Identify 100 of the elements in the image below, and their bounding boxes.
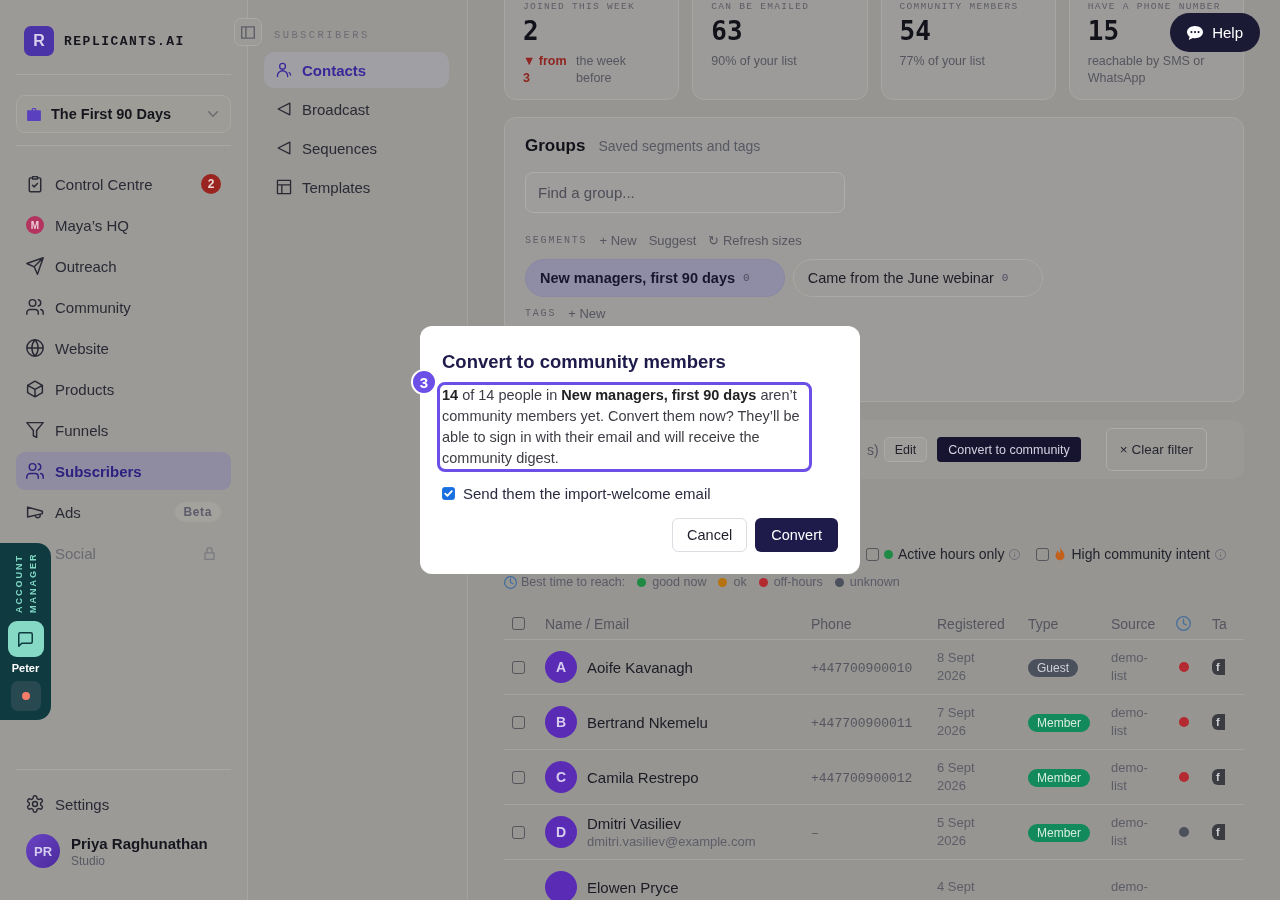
checkbox[interactable]	[512, 825, 525, 839]
checkbox-label: Send them the import-welcome email	[463, 484, 711, 502]
checkbox[interactable]	[1036, 547, 1050, 561]
tag-chip: f	[1212, 659, 1225, 675]
legend-label: ok	[733, 575, 747, 589]
table-cell: +447700900011	[811, 716, 913, 731]
table-cell-text: demo-list	[1111, 814, 1149, 850]
beta-tag: Beta	[174, 502, 221, 522]
contact-email: dmitri.vasiliev@example.com	[587, 834, 756, 849]
table-cell-text: demo-	[1111, 878, 1149, 896]
globe-icon	[26, 339, 44, 357]
avatar: D	[545, 816, 577, 848]
chat-button[interactable]	[7, 621, 44, 657]
avatar: M	[26, 216, 44, 234]
settings-link[interactable]: Settings	[16, 785, 231, 823]
subnav-item[interactable]: Templates	[264, 169, 449, 205]
stat-label: JOINED THIS WEEK	[523, 1, 635, 12]
nav-item[interactable]: Subscribers	[16, 452, 231, 490]
legend-label: Best time to reach:	[521, 575, 626, 589]
table-cell-text: 4 Sept	[937, 878, 976, 896]
checkbox[interactable]	[865, 547, 879, 561]
help-button[interactable]: Help	[1170, 13, 1260, 52]
info-icon[interactable]	[1009, 548, 1021, 560]
dialog-button[interactable]: Convert	[755, 518, 838, 552]
stat-value: 15	[1087, 17, 1120, 45]
toolbar-button[interactable]: Convert to community	[937, 437, 1081, 462]
filter-label: High community intent	[1071, 546, 1210, 562]
table-cell: –	[811, 826, 819, 841]
nav-item[interactable]: Control Centre 2	[16, 165, 231, 203]
nav-item[interactable]: Outreach	[16, 247, 231, 285]
contact-name: Dmitri Vasiliev	[587, 815, 682, 832]
nav-item[interactable]: Products	[16, 370, 231, 408]
people-icon	[26, 298, 44, 316]
briefcase-icon	[27, 107, 41, 121]
sidebar-toggle-button[interactable]	[234, 18, 262, 46]
nav-item[interactable]: Funnels	[16, 411, 231, 449]
contact-name: Elowen Pryce	[587, 878, 679, 896]
user-name: Priya Raghunathan	[71, 834, 208, 852]
stat-note: the week before	[576, 53, 628, 87]
nav-item[interactable]: M Maya’s HQ	[16, 206, 231, 244]
action-link[interactable]: ↻ Refresh sizes	[708, 232, 802, 248]
stat-value: 63	[711, 17, 743, 45]
avatar: B	[545, 706, 577, 738]
stat-label: CAN BE EMAILED	[711, 1, 810, 12]
subnav-item[interactable]: Contacts	[264, 52, 449, 88]
stat-value: 54	[899, 17, 931, 45]
table-cell-text: 7 Sept 2026	[937, 704, 976, 740]
avatar: C	[545, 761, 577, 793]
stat-note: 90% of your list	[711, 53, 797, 70]
funnel-icon	[26, 421, 44, 439]
logo-mark: R	[24, 26, 54, 56]
flame-icon	[1054, 545, 1067, 563]
nav-item[interactable]: Website	[16, 329, 231, 367]
info-icon[interactable]	[1215, 548, 1226, 560]
action-link[interactable]: Suggest	[648, 232, 697, 248]
manager-name: Peter	[11, 662, 40, 675]
tag-chip: f	[1212, 769, 1225, 785]
panel-label: ACCOUNT MANAGER	[12, 553, 39, 613]
nav-item[interactable]: Ads Beta	[16, 493, 231, 531]
contact-name: Aoife Kavanagh	[587, 658, 693, 676]
legend-label: unknown	[849, 575, 900, 589]
trend-text: ▼ from 3	[523, 53, 568, 87]
checkbox[interactable]	[512, 617, 525, 630]
search-field[interactable]: Find a group...	[525, 172, 845, 213]
toolbar-button[interactable]: Edit	[883, 437, 928, 462]
checkbox[interactable]	[442, 486, 455, 500]
toolbar-button[interactable]: × Clear filter	[1105, 428, 1207, 471]
clock-icon	[504, 575, 517, 589]
filter-summary: s)	[867, 441, 879, 458]
table-cell: +447700900012	[811, 771, 913, 786]
tag-chip: f	[1212, 714, 1225, 730]
checkbox[interactable]	[512, 715, 525, 729]
megaphone-icon	[26, 503, 44, 521]
section-subtitle: Saved segments and tags	[598, 137, 761, 155]
dialog-button[interactable]: Cancel	[672, 518, 748, 552]
settings-icon	[26, 795, 44, 813]
checkbox[interactable]	[512, 660, 525, 674]
type-badge: Guest	[1028, 658, 1078, 677]
table-cell-text: 6 Sept 2026	[937, 759, 976, 795]
avatar	[545, 871, 577, 900]
segment-chip[interactable]: New managers, first 90 days 0	[525, 259, 785, 297]
table-cell-text: demo-list	[1111, 649, 1149, 685]
checkbox[interactable]	[512, 770, 525, 784]
type-badge: Member	[1028, 768, 1090, 787]
dialog-message: 14 of 14 people in New managers, first 90 days aren’t community members yet. Convert them now? They’ll be able to sign in with their email and will receive the community digest.	[442, 386, 801, 468]
subnav-item[interactable]: Sequences	[264, 130, 449, 166]
chat-icon	[18, 631, 33, 647]
nav-item[interactable]: Community	[16, 288, 231, 326]
layout-icon	[276, 179, 292, 195]
action-link[interactable]: + New	[599, 232, 637, 248]
subnav-item[interactable]: Broadcast	[264, 91, 449, 127]
status-button[interactable]	[10, 681, 41, 711]
count-badge: 2	[201, 174, 221, 194]
dot-icon	[21, 692, 30, 700]
clock-icon[interactable]	[1176, 616, 1191, 631]
stat-value: 2	[523, 17, 539, 45]
action-link[interactable]: + New	[568, 305, 606, 321]
workspace-selector[interactable]: The First 90 Days	[16, 95, 231, 133]
people-icon	[26, 462, 44, 480]
clipboard-icon	[26, 175, 44, 193]
